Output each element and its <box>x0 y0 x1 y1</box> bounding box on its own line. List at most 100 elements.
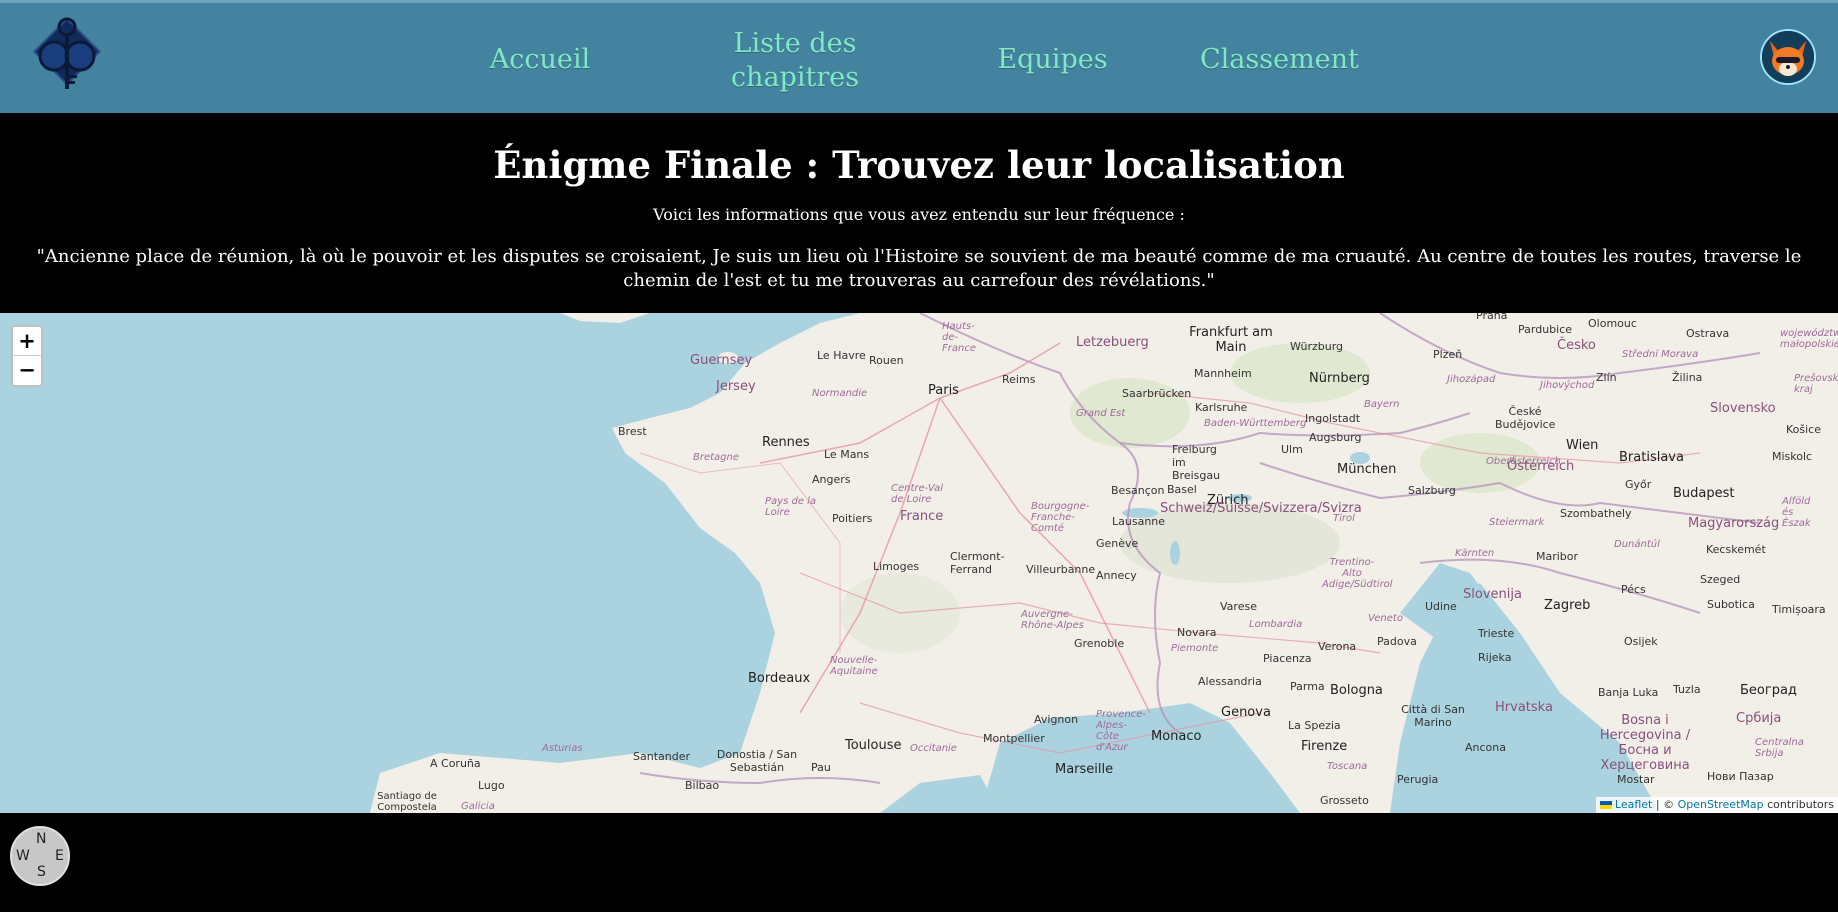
osm-link[interactable]: OpenStreetMap <box>1678 798 1764 811</box>
map-region: Střední Morava <box>1622 349 1699 360</box>
map-label: Annecy <box>1096 569 1137 582</box>
map-label: Ostrava <box>1686 327 1730 340</box>
map-region: Centre-Val de Loire <box>891 483 943 505</box>
map-region: Jihozápad <box>1447 374 1496 385</box>
map-label: Osijek <box>1624 635 1658 648</box>
map-country: France <box>900 509 944 524</box>
map-region: Bourgogne-Franche-Comté <box>1031 501 1090 534</box>
map-region: Veneto <box>1368 613 1403 624</box>
map-region: Bayern <box>1364 399 1400 410</box>
map-region: Galicia <box>461 801 495 812</box>
map-country: Jersey <box>716 379 756 394</box>
map-label: Timișoara <box>1772 603 1826 616</box>
nav-ranking[interactable]: Classement <box>1200 43 1359 77</box>
riddle-text: "Ancienne place de réunion, là où le pou… <box>36 246 1802 291</box>
map-country: Česko <box>1557 338 1596 353</box>
map-label: Trieste <box>1478 627 1515 640</box>
map-region: Provence-Alpes-Côte d'Azur <box>1096 709 1146 753</box>
map-label: Žilina <box>1672 371 1703 384</box>
map-country: Letzebuerg <box>1076 335 1149 350</box>
map-country: Hrvatska <box>1495 700 1553 715</box>
map-label: Rennes <box>762 435 810 450</box>
map-label: Perugia <box>1397 773 1439 786</box>
map-label: Bilbao <box>685 779 720 792</box>
map-region: Jihovýchod <box>1540 380 1595 391</box>
nav-home[interactable]: Accueil <box>470 43 610 77</box>
map-region: Normandie <box>812 388 868 399</box>
map-label: Besançon <box>1111 484 1165 497</box>
map-label: Београд <box>1740 683 1797 698</box>
map-label: Banja Luka <box>1598 686 1659 699</box>
map-region: Asturias <box>542 743 583 754</box>
map-label: Augsburg <box>1309 431 1362 444</box>
map-label: Le Havre <box>817 349 866 362</box>
riddle-header: Énigme Finale : Trouvez leur localisatio… <box>0 113 1838 313</box>
map-region: Pays de la Loire <box>765 496 817 518</box>
user-avatar[interactable] <box>1760 29 1816 85</box>
map-label: Mostar <box>1617 773 1655 786</box>
map-label: Rijeka <box>1478 651 1512 664</box>
map-region: Steiermark <box>1489 517 1545 528</box>
map-label: Košice <box>1786 423 1821 436</box>
map-region: Baden-Württemberg <box>1204 418 1307 429</box>
map-label: Pau <box>811 761 831 774</box>
map-region: Toscana <box>1327 761 1368 772</box>
zoom-in-button[interactable]: + <box>13 327 41 356</box>
map-label: Brest <box>618 425 647 438</box>
map-label: Città di San Marino <box>1401 703 1465 729</box>
map-label: Olomouc <box>1588 317 1637 330</box>
map-region: Occitanie <box>910 743 957 754</box>
site-logo[interactable] <box>24 9 110 95</box>
map-label: Salzburg <box>1408 484 1456 497</box>
top-navbar: Accueil Liste des chapitres Equipes Clas… <box>0 0 1838 113</box>
map-label: Budapest <box>1673 486 1735 501</box>
nav-chapters[interactable]: Liste des chapitres <box>720 27 870 95</box>
zoom-out-button[interactable]: − <box>13 356 41 385</box>
map-label: Pardubice <box>1518 323 1573 336</box>
map-country: Guernsey <box>690 353 753 368</box>
map-label: Szombathely <box>1560 507 1632 520</box>
map-region: Centralna Srbija <box>1755 737 1804 759</box>
map-label: Santiago de Compostela <box>377 791 437 813</box>
map-label: Verona <box>1318 640 1357 653</box>
map-label: Freiburg im Breisgau <box>1172 443 1221 482</box>
map-label: Basel <box>1167 483 1197 496</box>
map-label: Paris <box>928 383 959 398</box>
compass-north: N <box>36 831 47 847</box>
map-label: Montpellier <box>983 732 1045 745</box>
map-label: La Spezia <box>1288 719 1341 732</box>
compass-icon[interactable]: N W E S <box>10 826 70 886</box>
map-view[interactable]: Paris Le Havre Rouen Reims Brest Rennes … <box>0 313 1838 813</box>
map-label: Genova <box>1221 705 1271 720</box>
map-label: Saarbrücken <box>1122 387 1192 400</box>
map-country: Србија <box>1736 711 1782 726</box>
compass-south: S <box>37 864 46 880</box>
map-label: Parma <box>1290 680 1325 693</box>
map-label: Lausanne <box>1112 515 1166 528</box>
map-label: Piacenza <box>1263 652 1312 665</box>
map-label: Alessandria <box>1198 675 1262 688</box>
map-region: Bretagne <box>693 452 740 463</box>
map-label: Győr <box>1625 478 1652 491</box>
attribution-separator: | © <box>1652 798 1678 811</box>
map-country: Bosna i Hercegovina / Босна и Херцеговин… <box>1599 713 1691 773</box>
map-label: Maribor <box>1536 550 1579 563</box>
map-label: Grosseto <box>1320 794 1369 807</box>
map-label: Padova <box>1377 635 1417 648</box>
map-label: Bratislava <box>1619 450 1684 465</box>
map-label: Kecskemét <box>1706 543 1766 556</box>
map-label: Poitiers <box>832 512 873 525</box>
map-label: Grenoble <box>1074 637 1125 650</box>
leaflet-link[interactable]: Leaflet <box>1615 798 1652 811</box>
map-label: Genève <box>1096 537 1139 550</box>
map-region: województwo małopolskie <box>1780 328 1838 350</box>
map-label: Würzburg <box>1290 340 1344 353</box>
map-label: Avignon <box>1034 713 1079 726</box>
map-region: Hauts-de-France <box>942 321 976 354</box>
map-country: Slovensko <box>1710 401 1776 416</box>
map-country: Schweiz/Suisse/Svizzera/Svizra <box>1160 501 1362 516</box>
map-label: Bordeaux <box>748 671 811 686</box>
map-label: Villeurbanne <box>1026 563 1096 576</box>
nav-teams[interactable]: Equipes <box>995 43 1110 77</box>
map-label: Ulm <box>1281 443 1303 456</box>
